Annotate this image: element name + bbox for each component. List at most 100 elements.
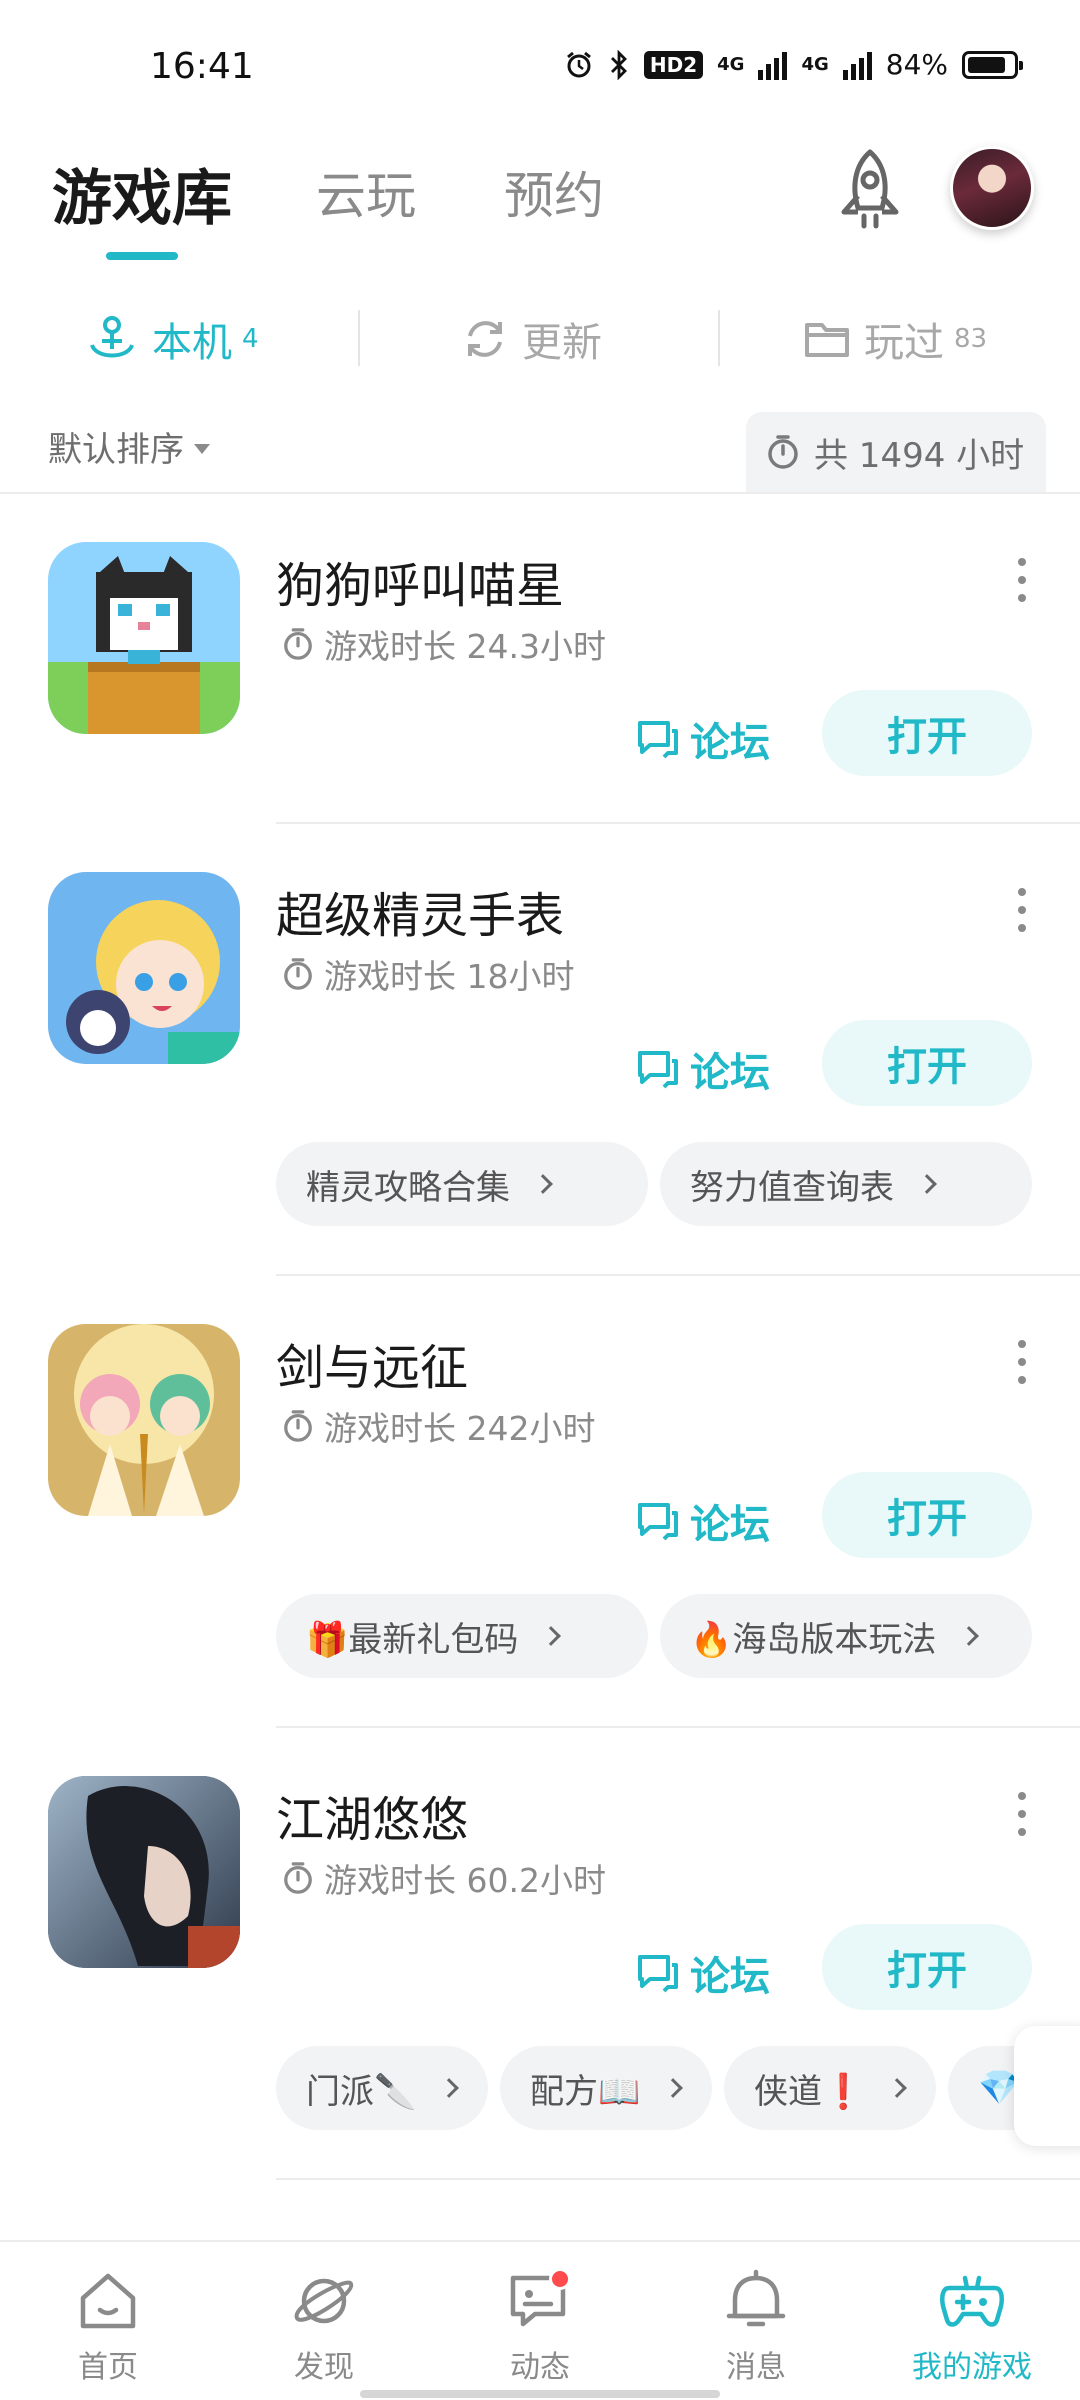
forum-button[interactable]: 论坛 bbox=[636, 1944, 770, 2002]
more-options-icon[interactable] bbox=[1012, 1792, 1032, 1836]
nav-label: 消息 bbox=[726, 2350, 786, 2385]
notification-dot bbox=[549, 2268, 571, 2290]
floating-shortcut-tab[interactable] bbox=[1014, 2026, 1080, 2146]
sort-row: 默认排序 共 1494 小时 bbox=[0, 400, 1080, 492]
divider bbox=[0, 492, 1080, 494]
avatar[interactable] bbox=[950, 146, 1034, 230]
chip-label: 门派🔪 bbox=[306, 2071, 417, 2112]
playtime-text: 游戏时长 60.2小时 bbox=[324, 1861, 606, 1900]
anchor-icon bbox=[90, 316, 134, 358]
gamepad-icon bbox=[940, 2275, 1004, 2327]
tab-game-library[interactable]: 游戏库 bbox=[52, 150, 232, 237]
forum-button[interactable]: 论坛 bbox=[636, 710, 770, 768]
guide-chip[interactable]: 🎁最新礼包码 bbox=[276, 1594, 648, 1678]
divider bbox=[276, 1274, 1080, 1276]
game-icon[interactable] bbox=[48, 1324, 240, 1516]
chat-bubble-icon bbox=[638, 1955, 678, 1993]
open-button[interactable]: 打开 bbox=[822, 1924, 1032, 2010]
game-icon[interactable] bbox=[48, 1776, 240, 1968]
game-playtime: 游戏时长 24.3小时 bbox=[282, 620, 606, 668]
timer-icon bbox=[284, 628, 312, 660]
timer-icon bbox=[284, 1410, 312, 1442]
subtab-played[interactable]: 玩过 83 bbox=[804, 310, 987, 368]
playtime-text: 游戏时长 24.3小时 bbox=[324, 627, 606, 666]
home-icon bbox=[80, 2273, 136, 2329]
game-title: 狗狗呼叫喵星 bbox=[276, 558, 565, 614]
game-title: 剑与远征 bbox=[276, 1340, 469, 1396]
bluetooth-icon bbox=[610, 49, 627, 80]
subtab-local[interactable]: 本机 4 bbox=[86, 310, 259, 368]
game-playtime: 游戏时长 242小时 bbox=[282, 1402, 595, 1450]
subtab-count: 4 bbox=[242, 324, 259, 354]
subtabs: 本机 4 更新 玩过 83 bbox=[0, 290, 1080, 390]
subtab-label: 本机 bbox=[152, 320, 232, 366]
timer-icon bbox=[284, 958, 312, 990]
elf-watch-icon bbox=[48, 872, 240, 1064]
subtab-label: 更新 bbox=[522, 320, 602, 366]
divider bbox=[276, 822, 1080, 824]
chip-label: 精灵攻略合集 bbox=[306, 1167, 510, 1208]
game-icon[interactable] bbox=[48, 872, 240, 1064]
home-indicator[interactable] bbox=[360, 2390, 720, 2398]
forum-button[interactable]: 论坛 bbox=[636, 1492, 770, 1550]
chip-label: 侠道❗ bbox=[754, 2071, 865, 2112]
alarm-icon bbox=[566, 51, 591, 77]
guide-chip[interactable]: 努力值查询表 bbox=[660, 1142, 1032, 1226]
more-options-icon[interactable] bbox=[1012, 1340, 1032, 1384]
divider bbox=[276, 2178, 1080, 2180]
tab-reservation[interactable]: 预约 bbox=[504, 156, 604, 228]
open-button[interactable]: 打开 bbox=[822, 1020, 1032, 1106]
divider bbox=[718, 310, 720, 366]
guide-chip[interactable]: 精灵攻略合集 bbox=[276, 1142, 648, 1226]
divider bbox=[358, 310, 360, 366]
nav-home[interactable]: 首页 bbox=[8, 2266, 208, 2386]
network-label-1: 4G bbox=[717, 54, 745, 75]
chat-bubble-icon bbox=[638, 1051, 678, 1089]
open-button[interactable]: 打开 bbox=[822, 690, 1032, 776]
game-title: 超级精灵手表 bbox=[276, 888, 565, 944]
subtab-count: 83 bbox=[954, 324, 988, 354]
chip-label: 配方📖 bbox=[530, 2071, 641, 2112]
tab-cloud-play[interactable]: 云玩 bbox=[316, 156, 416, 228]
playtime-text: 游戏时长 242小时 bbox=[324, 1409, 596, 1448]
guide-chip[interactable]: 🔥海岛版本玩法 bbox=[660, 1594, 1032, 1678]
chevron-right-icon bbox=[663, 2078, 684, 2098]
timer-icon bbox=[768, 435, 798, 469]
more-options-icon[interactable] bbox=[1012, 888, 1032, 932]
subtab-update[interactable]: 更新 bbox=[462, 310, 602, 368]
chip-label: 🔥海岛版本玩法 bbox=[690, 1619, 937, 1660]
chip-label: 🎁最新礼包码 bbox=[306, 1619, 519, 1660]
bell-icon bbox=[726, 2269, 786, 2327]
network-label-2: 4G bbox=[801, 54, 829, 75]
nav-feed[interactable]: 动态 bbox=[440, 2266, 640, 2386]
chevron-right-icon bbox=[439, 2078, 460, 2098]
forum-button[interactable]: 论坛 bbox=[636, 1040, 770, 1098]
total-playtime-text: 共 1494 小时 bbox=[814, 435, 1025, 476]
chevron-right-icon bbox=[959, 1626, 980, 1646]
game-icon[interactable] bbox=[48, 542, 240, 734]
sort-dropdown[interactable]: 默认排序 bbox=[48, 422, 210, 471]
playtime-text: 游戏时长 18小时 bbox=[324, 957, 575, 996]
rocket-icon[interactable] bbox=[830, 146, 910, 236]
chevron-right-icon bbox=[887, 2078, 908, 2098]
nav-my-games[interactable]: 我的游戏 bbox=[872, 2266, 1072, 2386]
guide-chip[interactable]: 门派🔪 bbox=[276, 2046, 488, 2130]
subtab-label: 玩过 bbox=[864, 320, 944, 366]
nav-discover[interactable]: 发现 bbox=[224, 2266, 424, 2386]
tab-indicator bbox=[106, 252, 178, 260]
pixel-cat-icon bbox=[48, 542, 240, 734]
guide-chip[interactable]: 侠道❗ bbox=[724, 2046, 936, 2130]
planet-icon bbox=[294, 2278, 353, 2324]
open-button[interactable]: 打开 bbox=[822, 1472, 1032, 1558]
nav-label: 我的游戏 bbox=[912, 2350, 1032, 2385]
more-options-icon[interactable] bbox=[1012, 558, 1032, 602]
status-icons: HD2 4G 4G 84% bbox=[564, 48, 1023, 81]
game-title: 江湖悠悠 bbox=[276, 1792, 469, 1848]
nav-messages[interactable]: 消息 bbox=[656, 2266, 856, 2386]
chip-label: 努力值查询表 bbox=[690, 1167, 894, 1208]
forum-label: 论坛 bbox=[690, 1050, 770, 1096]
chat-bubble-icon bbox=[638, 1503, 678, 1541]
status-bar: 16:41 HD2 4G 4G 84% bbox=[0, 0, 1080, 130]
guide-chip[interactable]: 配方📖 bbox=[500, 2046, 712, 2130]
sort-label: 默认排序 bbox=[48, 430, 184, 470]
